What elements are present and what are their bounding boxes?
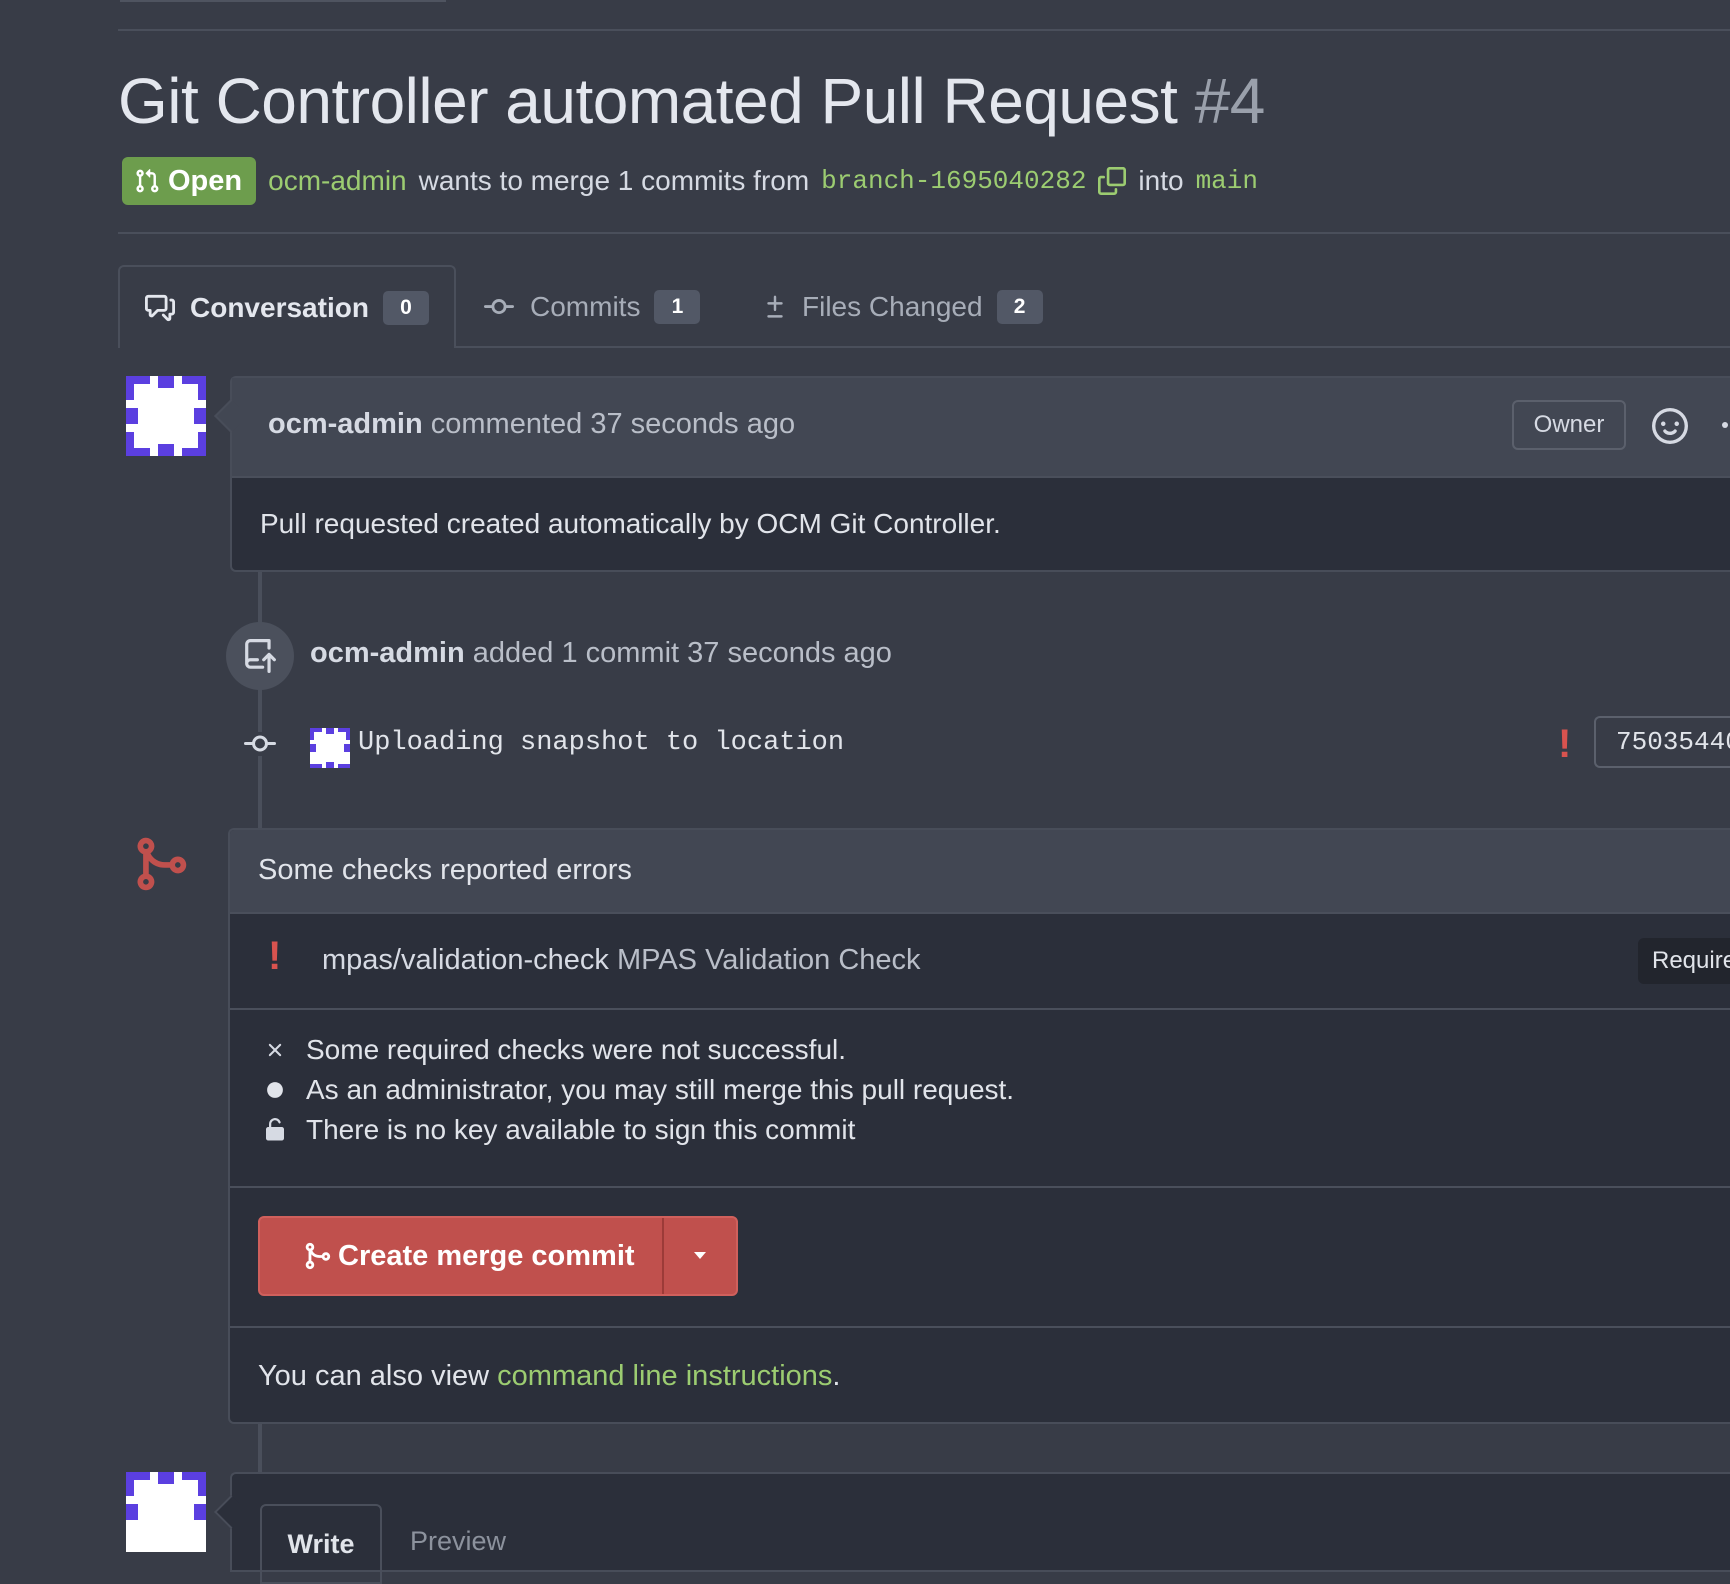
check-description: MPAS Validation Check (616, 944, 921, 976)
commit-status-error-icon[interactable]: ! (1558, 722, 1571, 767)
timeline-line (258, 1424, 262, 1472)
create-merge-commit-button[interactable]: Create merge commit (260, 1218, 664, 1294)
tab-conversation-count: 0 (382, 290, 429, 325)
git-merge-icon (137, 837, 187, 891)
status-item: As an administrator, you may still merge… (262, 1070, 1014, 1110)
identicon-avatar (310, 728, 350, 768)
tab-conversation-label: Conversation (190, 291, 369, 323)
merge-divider (230, 1186, 1730, 1188)
commit-message[interactable]: Uploading snapshot to location (358, 728, 844, 758)
create-merge-commit-label: Create merge commit (338, 1239, 635, 1272)
source-branch-link[interactable]: branch-1695040282 (821, 166, 1086, 196)
merge-button-group: Create merge commit (258, 1216, 738, 1296)
comment-pointer (214, 399, 248, 433)
timeline-line (258, 572, 262, 828)
comment-action: commented (430, 408, 583, 440)
status-item: There is no key available to sign this c… (262, 1110, 1014, 1150)
comment-body: Pull requested created automatically by … (260, 508, 1001, 539)
comment-discussion-icon (145, 294, 175, 321)
identicon-avatar (126, 376, 206, 456)
merge-description: wants to merge 1 commits from (418, 165, 810, 196)
tab-files-changed-count: 2 (996, 289, 1043, 324)
top-divider-fragment (120, 0, 446, 2)
status-badge-label: Open (168, 164, 243, 197)
git-pull-request-icon (136, 168, 159, 193)
unlock-icon (266, 1117, 284, 1141)
author-link[interactable]: ocm-admin (268, 165, 406, 197)
checks-header: Some checks reported errors (230, 830, 1730, 914)
tab-files-changed[interactable]: Files Changed 2 (762, 265, 1043, 348)
x-icon (268, 1043, 282, 1057)
cli-prefix: You can also view (258, 1360, 490, 1392)
merge-panel: Some checks reported errors ! mpas/valid… (228, 828, 1730, 1424)
comment-pointer (214, 1495, 248, 1529)
status-text: There is no key available to sign this c… (306, 1114, 856, 1145)
tab-conversation[interactable]: Conversation 0 (118, 265, 456, 348)
required-badge: Required (1638, 938, 1730, 984)
commit-author-avatar[interactable] (310, 728, 350, 768)
pr-title: Git Controller automated Pull Request (118, 65, 1178, 137)
status-text: As an administrator, you may still merge… (306, 1074, 1015, 1105)
commit-event-text: ocm-admin added 1 commit 37 seconds ago (310, 637, 892, 670)
check-error-icon: ! (268, 934, 282, 978)
owner-badge: Owner (1512, 400, 1626, 450)
into-text: into (1138, 165, 1184, 196)
target-branch-link[interactable]: main (1196, 166, 1258, 196)
tab-commits-label: Commits (530, 290, 641, 322)
pr-number: #4 (1194, 65, 1266, 137)
diff-icon (767, 295, 783, 318)
tab-commits[interactable]: Commits 1 (482, 265, 701, 348)
header-divider (118, 232, 1730, 234)
status-item: Some required checks were not successful… (262, 1030, 1014, 1070)
push-event-icon-circle (226, 622, 294, 690)
check-name[interactable]: mpas/validation-check (322, 944, 609, 976)
new-comment-editor: Write Preview (214, 1472, 1730, 1584)
tab-commits-count: 1 (654, 289, 701, 324)
cli-link[interactable]: command line instructions (497, 1360, 832, 1392)
top-divider (118, 29, 1730, 31)
merge-status-list: Some required checks were not successful… (262, 1030, 1014, 1150)
commit-event-action: added 1 commit (472, 637, 680, 669)
commit-icon (244, 735, 276, 752)
tab-files-changed-label: Files Changed (802, 290, 983, 322)
tab-write[interactable]: Write (260, 1504, 382, 1584)
comment-time[interactable]: 37 seconds ago (590, 408, 795, 440)
identicon-avatar (126, 1472, 206, 1552)
merge-options-dropdown[interactable] (664, 1218, 736, 1294)
commit-event-time[interactable]: 37 seconds ago (687, 637, 892, 669)
repo-push-icon (245, 639, 276, 673)
kebab-menu-icon[interactable] (1720, 420, 1730, 430)
triangle-down-icon (694, 1252, 706, 1259)
comment-header: ocm-admin commented 37 seconds ago Owner (214, 378, 1730, 478)
pr-meta: Open ocm-admin wants to merge 1 commits … (122, 156, 1258, 206)
tab-preview[interactable]: Preview (410, 1526, 506, 1557)
comment-card: ocm-admin commented 37 seconds ago Owner… (214, 376, 1730, 572)
smiley-icon[interactable] (1652, 408, 1688, 444)
status-badge: Open (122, 157, 257, 205)
page-title: Git Controller automated Pull Request #4 (118, 64, 1265, 138)
merge-divider (230, 1326, 1730, 1328)
commit-node (244, 732, 276, 756)
comment-author[interactable]: ocm-admin (268, 408, 423, 440)
avatar[interactable] (126, 376, 206, 456)
copy-icon[interactable] (1098, 167, 1127, 195)
commit-event-author[interactable]: ocm-admin (310, 637, 465, 669)
commit-sha-button[interactable]: 75035440 (1594, 716, 1730, 768)
check-text: mpas/validation-check MPAS Validation Ch… (322, 944, 921, 977)
dot-icon (267, 1082, 283, 1098)
cli-instructions: You can also view command line instructi… (258, 1360, 840, 1393)
cli-suffix: . (832, 1360, 841, 1392)
checks-header-title: Some checks reported errors (258, 854, 632, 886)
check-item: ! mpas/validation-check MPAS Validation … (230, 914, 1730, 1010)
comment-meta: ocm-admin commented 37 seconds ago (268, 408, 795, 441)
commit-icon (484, 298, 514, 314)
avatar[interactable] (126, 1472, 206, 1552)
git-merge-icon (305, 1242, 331, 1270)
status-text: Some required checks were not successful… (306, 1034, 847, 1065)
